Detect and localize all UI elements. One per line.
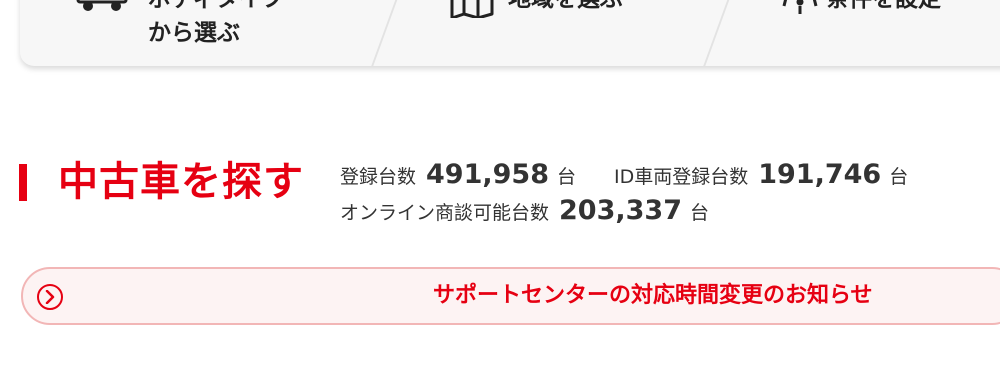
body-type-label-line2: から選ぶ — [148, 20, 240, 46]
notice-text: サポートセンターの対応時間変更のお知らせ — [433, 283, 873, 308]
registered-label: 登録台数 — [340, 166, 417, 188]
region-label: 地域を選ぶ — [508, 0, 623, 16]
search-method-card: ボディタイプ から選ぶ 地域を選ぶ 条件を設定 — [20, 0, 1000, 66]
chevron-right-circle-icon — [37, 284, 63, 310]
map-icon — [450, 0, 494, 22]
notice-banner[interactable]: サポートセンターの対応時間変更のお知らせ — [21, 267, 1000, 325]
heading-accent-bar — [19, 164, 27, 201]
filter-icon — [782, 0, 818, 20]
stat-row-online: オンライン商談可能台数 203,337 台 — [340, 194, 709, 230]
body-type-search-button[interactable]: ボディタイプ から選ぶ — [20, 0, 380, 66]
region-search-button[interactable]: 地域を選ぶ — [400, 0, 720, 66]
truck-icon — [76, 0, 132, 16]
body-type-label-line1: ボディタイプ — [148, 0, 284, 16]
condition-label: 条件を設定 — [826, 0, 941, 16]
id-count: 191,746 — [758, 159, 882, 190]
stat-row-id: ID車両登録台数 191,746 台 — [614, 158, 908, 194]
stat-row-registered: 登録台数 491,958 台 — [340, 158, 576, 194]
registered-unit: 台 — [557, 166, 577, 188]
id-label: ID車両登録台数 — [614, 166, 749, 188]
online-unit: 台 — [690, 202, 710, 224]
online-count: 203,337 — [559, 195, 682, 226]
registered-count: 491,958 — [426, 159, 549, 190]
page-title: 中古車を探す — [58, 159, 304, 205]
id-unit: 台 — [889, 166, 909, 188]
condition-search-button[interactable]: 条件を設定 — [730, 0, 1000, 66]
online-label: オンライン商談可能台数 — [340, 202, 550, 224]
